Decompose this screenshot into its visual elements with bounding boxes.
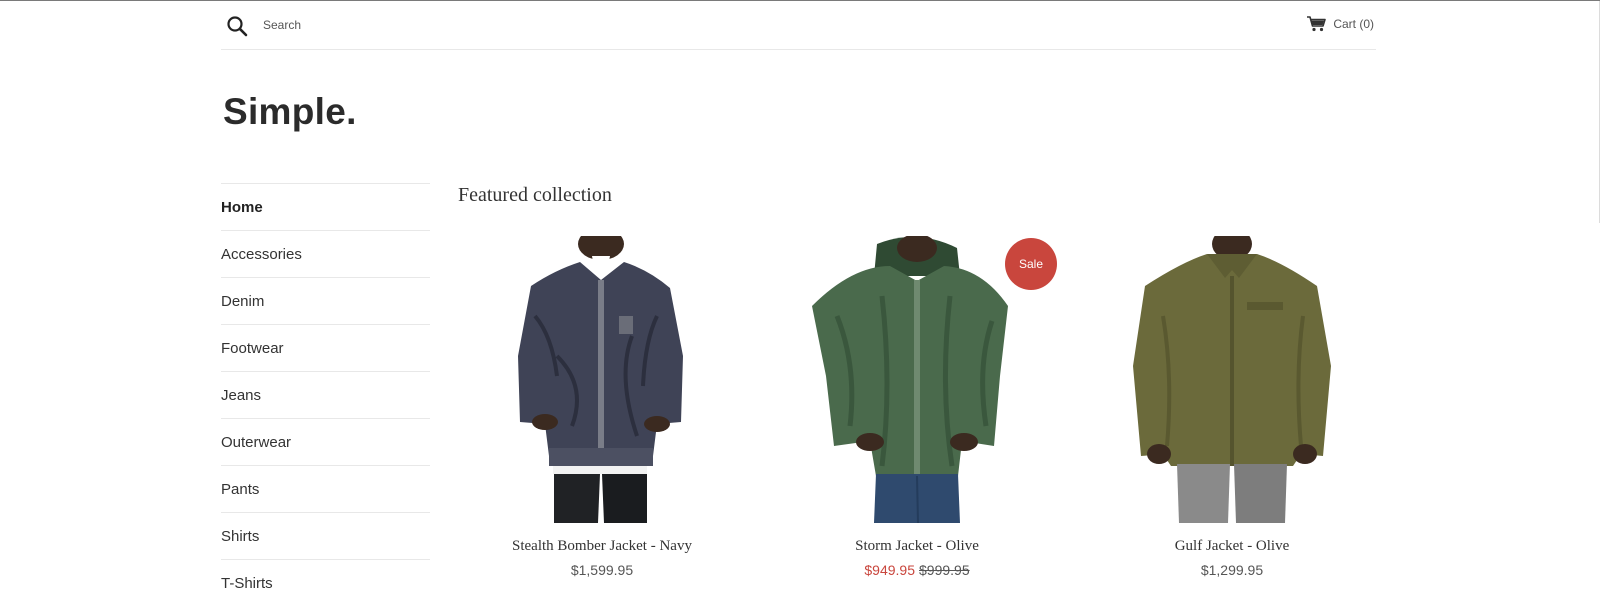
sidebar-item-home[interactable]: Home xyxy=(221,183,430,230)
sale-price: $949.95 xyxy=(864,562,915,578)
sale-badge: Sale xyxy=(1005,238,1057,290)
product-price: $1,299.95 xyxy=(1200,562,1264,578)
sidebar-item-denim[interactable]: Denim xyxy=(221,277,430,324)
product-image[interactable] xyxy=(457,236,747,523)
cart-label: Cart (0) xyxy=(1333,17,1374,31)
product-name[interactable]: Gulf Jacket - Olive xyxy=(1087,538,1377,555)
sidebar-item-pants[interactable]: Pants xyxy=(221,465,430,512)
product-price: $1,599.95 xyxy=(570,562,634,578)
product-image[interactable] xyxy=(1087,236,1377,523)
search-icon[interactable] xyxy=(226,15,248,37)
sidebar-item-footwear[interactable]: Footwear xyxy=(221,324,430,371)
cart-link[interactable]: Cart (0) xyxy=(1307,16,1374,32)
product-card-gulf-jacket[interactable]: Gulf Jacket - Olive $1,299.95 xyxy=(1087,236,1377,578)
product-price: $949.95 $999.95 xyxy=(772,562,1062,578)
site-logo[interactable]: Simple. xyxy=(223,91,357,133)
sidebar-item-accessories[interactable]: Accessories xyxy=(221,230,430,277)
sidebar-item-outerwear[interactable]: Outerwear xyxy=(221,418,430,465)
sidebar-item-t-shirts[interactable]: T-Shirts xyxy=(221,559,430,606)
compare-price: $999.95 xyxy=(919,562,970,578)
product-card-stealth-bomber[interactable]: Stealth Bomber Jacket - Navy $1,599.95 xyxy=(457,236,747,578)
section-title: Featured collection xyxy=(458,184,612,206)
cart-icon xyxy=(1307,16,1327,32)
product-name[interactable]: Storm Jacket - Olive xyxy=(772,538,1062,555)
top-bar: Search Cart (0) xyxy=(221,1,1376,50)
sidebar-item-shirts[interactable]: Shirts xyxy=(221,512,430,559)
product-name[interactable]: Stealth Bomber Jacket - Navy xyxy=(457,538,747,555)
search-input[interactable]: Search xyxy=(263,18,301,32)
sidebar-nav: Home Accessories Denim Footwear Jeans Ou… xyxy=(221,183,430,606)
sidebar-item-jeans[interactable]: Jeans xyxy=(221,371,430,418)
